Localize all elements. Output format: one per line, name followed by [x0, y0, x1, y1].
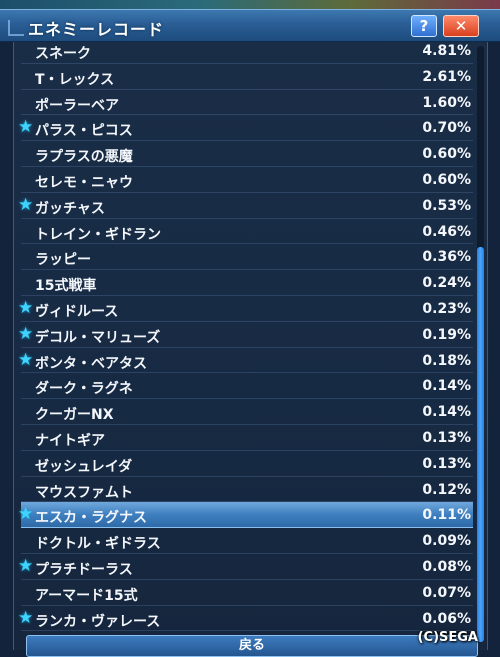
enemy-record-row[interactable]: マウスファムト 0.12%: [21, 477, 473, 503]
enemy-record-list: スネーク 4.81% T・レックス 2.61% ポーラーベア 1.60% ★ パラス・ピコス 0…: [18, 42, 473, 632]
star-icon: ★: [18, 555, 34, 576]
help-button[interactable]: ?: [411, 15, 437, 37]
enemy-record-row[interactable]: ★ デコル・マリューズ 0.19%: [18, 322, 473, 348]
enemy-record-row[interactable]: ドクトル・ギドラス 0.09%: [21, 528, 473, 554]
enemy-record-row[interactable]: ★ ヴィドルース 0.23%: [18, 296, 473, 322]
star-icon: ★: [18, 323, 34, 344]
enemy-record-row[interactable]: スネーク 4.81%: [21, 42, 473, 64]
enemy-name: ダーク・ラグネ: [35, 381, 133, 398]
enemy-name: セレモ・ニャウ: [35, 174, 133, 191]
enemy-rate: 0.18%: [422, 352, 471, 369]
enemy-rate: 0.14%: [422, 404, 471, 421]
enemy-record-row[interactable]: ダーク・ラグネ 0.14%: [21, 373, 473, 400]
enemy-rate: 0.60%: [422, 146, 471, 163]
enemy-name: ゼッシュレイダ: [35, 458, 133, 475]
enemy-name: ラプラスの悪魔: [35, 149, 133, 166]
enemy-record-row[interactable]: ラプラスの悪魔 0.60%: [21, 141, 473, 167]
enemy-record-row[interactable]: ★ パラス・ピコス 0.70%: [18, 115, 473, 142]
enemy-name: スネーク: [35, 46, 91, 62]
enemy-rate: 0.14%: [422, 378, 471, 395]
enemy-name: ランカ・ヴァレース: [35, 613, 161, 630]
enemy-record-row[interactable]: ラッピー 0.36%: [21, 244, 473, 271]
enemy-record-row[interactable]: クーガーNX 0.14%: [21, 399, 473, 425]
enemy-name: ボンタ・ベアタス: [35, 355, 147, 372]
enemy-name: ヴィドルース: [35, 303, 119, 320]
enemy-name: プラチドーラス: [35, 561, 133, 578]
star-icon: ★: [18, 117, 34, 138]
enemy-name: エスカ・ラグナス: [35, 510, 147, 527]
enemy-name: ラッピー: [35, 252, 91, 269]
enemy-record-row[interactable]: ゼッシュレイダ 0.13%: [21, 451, 473, 477]
enemy-name: デコル・マリューズ: [35, 329, 161, 346]
enemy-rate: 0.12%: [422, 481, 471, 498]
enemy-name: ポーラーベア: [35, 97, 119, 114]
back-button[interactable]: 戻る: [26, 635, 478, 657]
enemy-rate: 0.70%: [422, 120, 471, 137]
back-button-label: 戻る: [238, 638, 265, 653]
question-icon: ?: [419, 17, 429, 35]
enemy-rate: 1.60%: [422, 94, 471, 111]
enemy-name: アーマード15式: [35, 587, 138, 604]
enemy-name: 15式戦車: [35, 278, 97, 295]
star-icon: ★: [18, 607, 34, 628]
enemy-name: マウスファムト: [35, 484, 133, 501]
enemy-record-row[interactable]: ★ ランカ・ヴァレース 0.06%: [18, 606, 473, 632]
enemy-name: クーガーNX: [35, 407, 114, 424]
enemy-record-row[interactable]: セレモ・ニャウ 0.60%: [21, 167, 473, 193]
enemy-rate: 0.60%: [422, 171, 471, 188]
scrollbar-thumb[interactable]: [477, 247, 484, 642]
enemy-rate: 0.53%: [422, 197, 471, 214]
background-strip: [0, 0, 500, 9]
enemy-record-row[interactable]: アーマード15式 0.07%: [21, 580, 473, 606]
enemy-rate: 0.13%: [422, 455, 471, 472]
enemy-rate: 0.23%: [422, 300, 471, 317]
enemy-record-row[interactable]: ★ ボンタ・ベアタス 0.18%: [18, 348, 473, 374]
title-bar-ornament: [8, 20, 24, 36]
close-icon: ✕: [454, 17, 468, 35]
enemy-rate: 2.61%: [422, 68, 471, 85]
title-bar: エネミーレコード ? ✕: [0, 9, 500, 42]
enemy-rate: 0.08%: [422, 558, 471, 575]
enemy-rate: 0.24%: [422, 275, 471, 292]
enemy-name: ドクトル・ギドラス: [35, 536, 161, 553]
enemy-rate: 0.19%: [422, 326, 471, 343]
enemy-record-row[interactable]: ★ プラチドーラス 0.08%: [18, 554, 473, 580]
enemy-record-row[interactable]: ★ エスカ・ラグナス 0.11%: [18, 502, 473, 529]
star-icon: ★: [18, 297, 34, 318]
enemy-record-panel: スネーク 4.81% T・レックス 2.61% ポーラーベア 1.60% ★ パラス・ピコス 0…: [13, 42, 488, 650]
enemy-rate: 4.81%: [422, 43, 471, 59]
enemy-record-row[interactable]: 15式戦車 0.24%: [21, 270, 473, 296]
star-icon: ★: [18, 349, 34, 370]
copyright-text: (C)SEGA: [417, 630, 478, 645]
enemy-name: T・レックス: [35, 71, 115, 88]
enemy-rate: 0.07%: [422, 584, 471, 601]
enemy-rate: 0.11%: [422, 507, 471, 524]
enemy-record-row[interactable]: T・レックス 2.61%: [21, 64, 473, 90]
enemy-rate: 0.13%: [422, 429, 471, 446]
enemy-name: パラス・ピコス: [35, 123, 133, 140]
enemy-record-row[interactable]: ポーラーベア 1.60%: [21, 90, 473, 116]
star-icon: ★: [18, 504, 34, 525]
window-title: エネミーレコード: [28, 20, 165, 39]
enemy-record-row[interactable]: トレイン・ギドラン 0.46%: [21, 219, 473, 245]
enemy-rate: 0.09%: [422, 533, 471, 550]
enemy-name: ナイトギア: [35, 432, 105, 449]
enemy-record-row[interactable]: ナイトギア 0.13%: [21, 425, 473, 451]
star-icon: ★: [18, 194, 34, 215]
enemy-rate: 0.06%: [422, 610, 471, 627]
enemy-name: ガッチャス: [35, 200, 105, 217]
enemy-name: トレイン・ギドラン: [35, 226, 161, 243]
close-button[interactable]: ✕: [443, 15, 479, 37]
enemy-record-row[interactable]: ★ ガッチャス 0.53%: [18, 193, 473, 219]
enemy-rate: 0.36%: [422, 249, 471, 266]
enemy-rate: 0.46%: [422, 223, 471, 240]
